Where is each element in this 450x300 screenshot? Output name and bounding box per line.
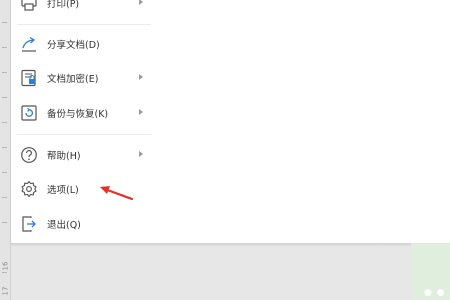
document-canvas[interactable] (11, 247, 411, 300)
menu-divider (17, 24, 151, 25)
gear-icon (19, 179, 39, 199)
ruler-tick (2, 197, 7, 198)
menu-item-print[interactable]: 打印(P) (11, 0, 151, 18)
menu-item-label: 退出(Q) (47, 220, 81, 231)
backstage-content-area (151, 0, 450, 243)
menu-item-share-document[interactable]: 分享文档(D) (11, 29, 151, 59)
menu-item-label: 帮助(H) (47, 151, 81, 162)
chevron-right-icon (139, 0, 143, 5)
menu-item-label: 备份与恢复(K) (47, 109, 109, 120)
chevron-right-icon (139, 109, 143, 115)
menu-item-exit[interactable]: 退出(Q) (11, 209, 151, 239)
file-menu-panel: 打印(P) 分享文档(D) 文档加密(E) 备份与恢复(K) 帮助(H) 选项(… (11, 0, 151, 243)
menu-item-label: 分享文档(D) (47, 40, 100, 51)
backup-restore-icon (19, 103, 39, 123)
menu-item-label: 文档加密(E) (47, 74, 99, 85)
ruler-tick (2, 272, 7, 273)
ruler-tick (2, 172, 7, 173)
ruler-number: 17 (1, 286, 10, 296)
menu-item-label: 选项(L) (47, 185, 79, 196)
exit-icon (19, 214, 39, 234)
menu-item-encrypt-document[interactable]: 文档加密(E) (11, 63, 151, 93)
chevron-right-icon (139, 74, 143, 80)
encrypt-icon (19, 68, 39, 88)
ruler-tick (2, 22, 7, 23)
vertical-ruler: 16 17 (0, 0, 11, 300)
printer-icon (19, 0, 39, 13)
ruler-tick (2, 72, 7, 73)
thumbnail-dots-icon: ● ● (424, 288, 446, 298)
ruler-tick (2, 222, 7, 223)
annotation-arrow-icon (100, 186, 134, 201)
ruler-tick (2, 97, 7, 98)
ruler-tick (2, 147, 7, 148)
share-icon (19, 34, 39, 54)
ruler-tick (2, 47, 7, 48)
ruler-tick (2, 122, 7, 123)
chevron-right-icon (139, 151, 143, 157)
menu-item-help[interactable]: 帮助(H) (11, 140, 151, 170)
page-thumbnail[interactable]: ● ● (411, 243, 450, 300)
menu-item-backup-restore[interactable]: 备份与恢复(K) (11, 98, 151, 128)
ruler-number: 16 (1, 261, 10, 271)
help-icon (19, 145, 39, 165)
menu-divider (17, 134, 151, 135)
menu-item-label: 打印(P) (47, 0, 80, 10)
